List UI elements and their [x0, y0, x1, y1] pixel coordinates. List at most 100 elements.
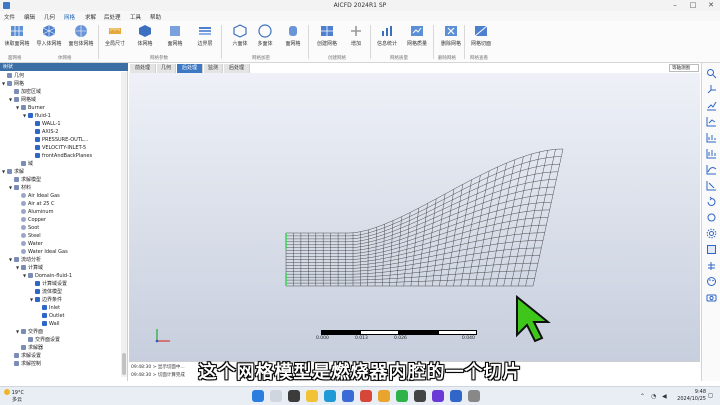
checkbox-checked-icon[interactable] — [35, 121, 40, 126]
tree-item[interactable]: Air Ideal Gas — [16, 192, 60, 200]
tree-item[interactable]: Outlet — [37, 312, 65, 320]
tree-item[interactable]: ▼ 流动分析 — [9, 256, 41, 264]
line-chart-icon[interactable] — [706, 116, 717, 127]
import-volume-mesh-button[interactable]: 导入体网格 — [34, 24, 64, 58]
checkbox-checked-icon[interactable] — [42, 321, 47, 326]
weather-widget[interactable]: 19°C 多云 — [4, 389, 24, 403]
global-size-button[interactable]: 全局尺寸 — [100, 24, 130, 58]
search-icon[interactable] — [270, 390, 282, 402]
tab-monitor[interactable]: 监测 — [204, 64, 223, 73]
tree-item[interactable]: ▼ 材料 — [9, 184, 31, 192]
chrome-icon[interactable] — [378, 390, 390, 402]
tree-item[interactable]: WALL-1 — [30, 120, 61, 128]
tree-item[interactable]: ▼ 网格 — [2, 80, 24, 88]
tray-chevron-icon[interactable]: ⌃ — [640, 393, 645, 400]
view-orientation-select[interactable]: 等轴测图 — [669, 64, 699, 72]
surface-group-button[interactable]: 面网格 — [278, 24, 308, 58]
tree-item[interactable]: frontAndBackPlanes — [30, 152, 92, 160]
tree-item[interactable]: AXIS-2 — [30, 128, 58, 136]
tab-postprocess-2[interactable]: 后处理 — [224, 64, 250, 73]
tree-item[interactable]: VELOCITY-INLET-5 — [30, 144, 86, 152]
palette-icon[interactable] — [706, 276, 717, 287]
rotate-icon[interactable] — [706, 196, 717, 207]
graphics-viewport[interactable]: 0.000 0.013 0.026 0.040 — [129, 73, 700, 361]
statistics-button[interactable]: 信息统计 — [372, 24, 402, 58]
tree-item[interactable]: ▼ 求解 — [2, 168, 24, 176]
surface-mesh-button[interactable]: 面网格 — [160, 24, 190, 58]
probe-icon[interactable] — [706, 180, 717, 191]
curve-icon[interactable] — [706, 164, 717, 175]
windows-start-icon[interactable] — [252, 390, 264, 402]
tree-item[interactable]: 求解模型 — [9, 176, 41, 184]
tree-item[interactable]: Copper — [16, 216, 46, 224]
menu-solve[interactable]: 求解 — [85, 13, 96, 21]
checkbox-checked-icon[interactable] — [35, 297, 40, 302]
store-icon[interactable] — [342, 390, 354, 402]
tree-item[interactable]: Soot — [16, 224, 39, 232]
menu-tools[interactable]: 工具 — [130, 13, 141, 21]
checkbox-checked-icon[interactable] — [35, 281, 40, 286]
tree-item[interactable]: 计算域设置 — [30, 280, 67, 288]
tree-scrollbar[interactable] — [121, 72, 127, 377]
volume-icon[interactable]: ◀ — [662, 393, 667, 400]
tab-postprocess[interactable]: 后处理 — [177, 64, 203, 73]
menu-help[interactable]: 帮助 — [150, 13, 161, 21]
refresh-icon[interactable] — [706, 212, 717, 223]
checkbox-checked-icon[interactable] — [28, 113, 33, 118]
app-icon-4[interactable] — [468, 390, 480, 402]
histogram-icon[interactable] — [706, 148, 717, 159]
tab-geometry[interactable]: 几何 — [157, 64, 176, 73]
aicfd-app-icon[interactable] — [450, 390, 462, 402]
menu-edit[interactable]: 编辑 — [24, 13, 35, 21]
tree-item[interactable]: 几何 — [2, 72, 24, 80]
polyhedral-button[interactable]: 多面体 — [250, 24, 280, 58]
tree-item[interactable]: ▼ Burner — [16, 104, 45, 112]
read-surface-mesh-button[interactable]: 读取面网格 — [2, 24, 32, 58]
tree-item[interactable]: ▼ 交界面 — [16, 328, 43, 336]
tree-item[interactable]: Water Ideal Gas — [16, 248, 68, 256]
task-view-icon[interactable] — [288, 390, 300, 402]
delete-mesh-button[interactable]: 删除网格 — [436, 24, 466, 58]
checkbox-checked-icon[interactable] — [35, 289, 40, 294]
plot-icon[interactable] — [706, 132, 717, 143]
tree-item[interactable]: ▼ fluid-1 — [23, 112, 51, 120]
tree-item[interactable]: 交界面设置 — [23, 336, 60, 344]
app-icon-1[interactable] — [396, 390, 408, 402]
tree-item[interactable]: Inlet — [37, 304, 60, 312]
tree-item[interactable]: Aluminum — [16, 208, 53, 216]
checkbox-checked-icon[interactable] — [42, 305, 47, 310]
checkbox-checked-icon[interactable] — [35, 145, 40, 150]
add-button[interactable]: 增加 — [341, 24, 371, 58]
tree-item[interactable]: Wall — [37, 320, 59, 328]
network-icon[interactable]: ◔ — [651, 393, 656, 400]
app-icon-3[interactable] — [432, 390, 444, 402]
app-icon-2[interactable] — [414, 390, 426, 402]
boundary-layer-button[interactable]: 边界层 — [190, 24, 220, 58]
maximize-button[interactable]: □ — [684, 0, 702, 11]
tree-item[interactable]: ▼ Domain-fluid-1 — [23, 272, 72, 280]
zoom-icon[interactable] — [706, 68, 717, 79]
tree-item[interactable]: ▼ 网格域 — [9, 96, 36, 104]
close-button[interactable]: ✕ — [702, 0, 720, 11]
camera-icon[interactable] — [706, 292, 717, 303]
tree-item[interactable]: ▼ 计算域 — [16, 264, 43, 272]
system-clock[interactable]: 9:48 2024/10/25 — [677, 389, 706, 403]
checkbox-checked-icon[interactable] — [35, 137, 40, 142]
surface-wrap-mesh-button[interactable]: 面包体网格 — [66, 24, 96, 58]
edge-browser-icon[interactable] — [324, 390, 336, 402]
file-explorer-icon[interactable] — [306, 390, 318, 402]
tree-item[interactable]: Steel — [16, 232, 41, 240]
axes-icon[interactable] — [706, 84, 717, 95]
create-mesh-button[interactable]: 创建网格 — [312, 24, 342, 58]
checkbox-checked-icon[interactable] — [35, 129, 40, 134]
settings-icon[interactable] — [706, 228, 717, 239]
photos-icon[interactable] — [360, 390, 372, 402]
view-fit-icon[interactable] — [706, 244, 717, 255]
mesh-slice-button[interactable]: 网格切面 — [466, 24, 496, 58]
menu-file[interactable]: 文件 — [4, 13, 15, 21]
tree-item[interactable]: PRESSURE-OUTL... — [30, 136, 88, 144]
mesh-quality-button[interactable]: 网格质量 — [402, 24, 432, 58]
tree-item[interactable]: Air at 25 C — [16, 200, 55, 208]
tree-item[interactable]: 加密区域 — [9, 88, 41, 96]
menu-postprocess[interactable]: 后处理 — [104, 13, 121, 21]
